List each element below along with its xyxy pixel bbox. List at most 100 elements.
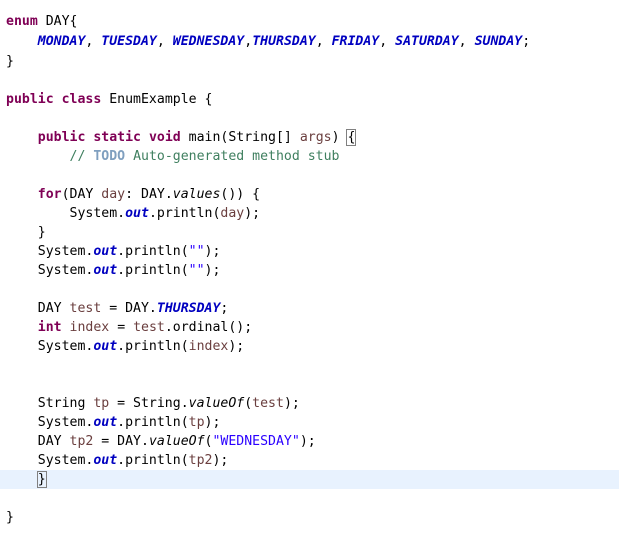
code-line: enum DAY{ [6, 12, 77, 31]
string-literal: "" [188, 244, 205, 259]
variable: tp2 [69, 434, 94, 449]
code-line: // TODO Auto-generated method stub [6, 147, 340, 166]
parameter: args [299, 130, 332, 145]
enum-constant: THURSDAY [156, 301, 221, 316]
comment: // [69, 149, 94, 164]
variable: index [69, 320, 110, 335]
code-text: System. [37, 339, 94, 354]
variable: test [133, 320, 165, 335]
variable: index [188, 339, 229, 354]
static-method: valueOf [148, 434, 205, 449]
comment: Auto-generated method stub [125, 149, 340, 164]
variable: test [252, 396, 284, 411]
code-text: ); [204, 263, 221, 278]
code-line: System.out.println(""); [6, 242, 221, 261]
code-text: System. [37, 263, 94, 278]
code-line: System.out.println(""); [6, 261, 221, 280]
code-text: ( [244, 396, 253, 411]
code-line: public class EnumExample { [6, 90, 212, 109]
matching-bracket: { [346, 129, 357, 146]
code-line: public static void main(String[] args) { [6, 128, 357, 147]
code-line: System.out.println(index); [6, 337, 244, 356]
code-text: , [85, 34, 102, 49]
code-line: String tp = String.valueOf(test); [6, 394, 300, 413]
code-text: ()) { [220, 187, 261, 202]
string-literal: "" [188, 263, 205, 278]
code-text: : DAY. [125, 187, 173, 202]
code-text: String [37, 396, 94, 411]
code-text: } [37, 225, 46, 240]
code-line: for(DAY day: DAY.values()) { [6, 185, 260, 204]
code-line: } [6, 508, 14, 527]
code-text: ); [204, 244, 221, 259]
variable: tp [188, 415, 205, 430]
enum-constant: FRIDAY [331, 34, 380, 49]
enum-constant: MONDAY [37, 34, 86, 49]
code-text: ); [244, 206, 261, 221]
keyword: public [6, 92, 54, 107]
code-text: .println( [117, 339, 189, 354]
code-text: , [156, 34, 173, 49]
keyword: for [37, 187, 62, 202]
variable: day [101, 187, 126, 202]
static-field: out [93, 339, 118, 354]
code-text: } [6, 54, 14, 69]
code-text: , [244, 34, 253, 49]
keyword: enum [6, 14, 38, 29]
static-field: out [93, 415, 118, 430]
code-text: DAY{ [37, 14, 78, 29]
keyword: public [37, 130, 86, 145]
code-editor[interactable]: enum DAY{ MONDAY, TUESDAY, WEDNESDAY,THU… [0, 0, 619, 557]
variable: tp2 [188, 453, 213, 468]
code-text: = [109, 320, 134, 335]
todo-tag: TODO [93, 149, 126, 164]
enum-constant: SUNDAY [474, 34, 523, 49]
code-text: System. [37, 244, 94, 259]
code-line: } [6, 52, 14, 71]
keyword: int [37, 320, 62, 335]
static-method: valueOf [188, 396, 245, 411]
code-text: (DAY [61, 187, 102, 202]
code-text: DAY [37, 434, 70, 449]
code-text: .println( [117, 263, 189, 278]
code-text: System. [37, 453, 94, 468]
static-method: values [172, 187, 221, 202]
code-text: , [458, 34, 475, 49]
static-field: out [93, 453, 118, 468]
code-line: int index = test.ordinal(); [6, 318, 252, 337]
code-text: = String. [109, 396, 189, 411]
code-text: = DAY. [101, 301, 157, 316]
code-text: ); [204, 415, 221, 430]
code-text: } [6, 510, 14, 525]
text-cursor [45, 471, 47, 486]
enum-constant: SATURDAY [395, 34, 459, 49]
code-text: .println( [117, 244, 189, 259]
matching-bracket: } [36, 471, 47, 488]
code-text: ); [299, 434, 316, 449]
keyword: static [93, 130, 141, 145]
code-text: System. [69, 206, 126, 221]
code-line: System.out.println(day); [6, 204, 261, 223]
static-field: out [125, 206, 149, 221]
code-text: .println( [117, 415, 189, 430]
variable: test [69, 301, 102, 316]
code-line: DAY tp2 = DAY.valueOf("WEDNESDAY"); [6, 432, 316, 451]
keyword: void [148, 130, 181, 145]
code-text: ) [331, 130, 348, 145]
current-line[interactable]: } [0, 470, 619, 489]
